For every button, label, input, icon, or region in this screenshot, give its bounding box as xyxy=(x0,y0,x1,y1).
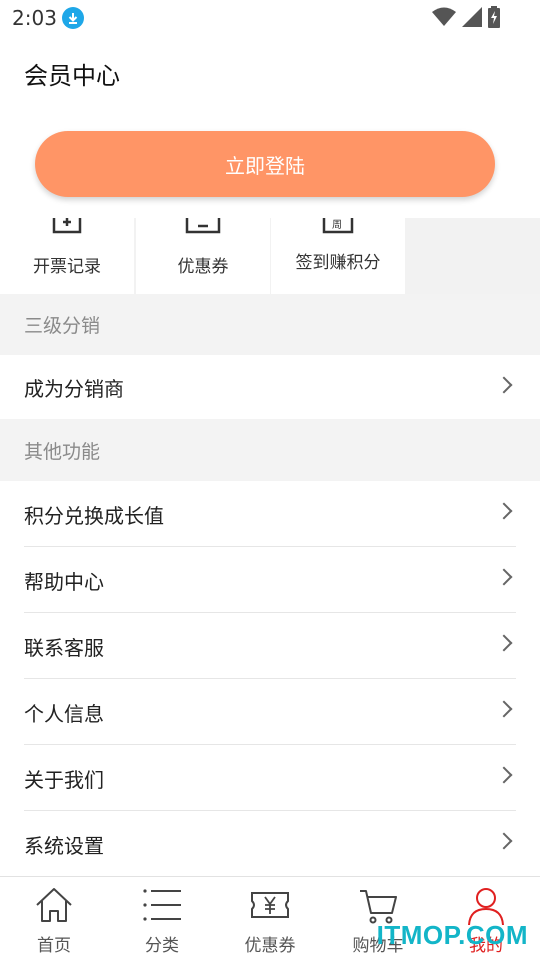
calendar-icon: 周 xyxy=(322,218,354,234)
tab-coupons[interactable]: 优惠券 xyxy=(216,877,324,960)
chevron-right-icon xyxy=(495,700,513,718)
menu-item-personal-info[interactable]: 个人信息 xyxy=(0,679,540,745)
tab-label: 分类 xyxy=(145,936,179,956)
menu-item-points-exchange[interactable]: 积分兑换成长值 xyxy=(0,481,540,547)
download-icon xyxy=(62,7,84,29)
chevron-right-icon xyxy=(495,766,513,784)
coupon-icon xyxy=(185,218,221,238)
chevron-right-icon xyxy=(495,568,513,586)
login-button[interactable]: 立即登陆 xyxy=(35,131,495,197)
menu-item-label: 积分兑换成长值 xyxy=(24,503,164,528)
section-header-other: 其他功能 xyxy=(0,419,540,481)
quick-item-coupons[interactable]: 优惠券 xyxy=(136,218,270,294)
tab-category[interactable]: 分类 xyxy=(108,877,216,960)
menu-item-label: 帮助中心 xyxy=(24,569,104,594)
tab-label: 优惠券 xyxy=(244,936,296,956)
status-bar: 2:03 xyxy=(0,0,540,36)
menu-item-about-us[interactable]: 关于我们 xyxy=(0,745,540,811)
menu-item-contact-service[interactable]: 联系客服 xyxy=(0,613,540,679)
page-title: 会员中心 xyxy=(24,62,120,90)
tab-home[interactable]: 首页 xyxy=(0,877,108,960)
signal-icon xyxy=(462,7,482,31)
wifi-icon xyxy=(432,7,456,31)
menu-item-label: 成为分销商 xyxy=(24,376,124,401)
menu-item-label: 系统设置 xyxy=(24,833,104,858)
menu-item-label: 个人信息 xyxy=(24,701,104,726)
chevron-right-icon xyxy=(495,376,513,394)
quick-actions: 开票记录 优惠券 周 签到赚积分 xyxy=(0,218,540,294)
status-time: 2:03 xyxy=(12,6,57,30)
section-header-distribution: 三级分销 xyxy=(0,294,540,355)
quick-item-label: 开票记录 xyxy=(33,257,101,277)
menu-item-label: 联系客服 xyxy=(24,635,104,660)
chevron-right-icon xyxy=(495,832,513,850)
menu-item-help-center[interactable]: 帮助中心 xyxy=(0,547,540,613)
quick-item-invoice-records[interactable]: 开票记录 xyxy=(0,218,134,294)
quick-item-label: 签到赚积分 xyxy=(295,253,381,273)
home-icon xyxy=(34,877,74,929)
menu-item-system-settings[interactable]: 系统设置 xyxy=(0,811,540,877)
invoice-icon xyxy=(52,218,82,238)
chevron-right-icon xyxy=(495,502,513,520)
menu-item-become-distributor[interactable]: 成为分销商 xyxy=(0,355,540,419)
quick-item-checkin[interactable]: 周 签到赚积分 xyxy=(271,218,405,294)
menu-item-label: 关于我们 xyxy=(24,767,104,792)
battery-icon xyxy=(488,6,500,32)
chevron-right-icon xyxy=(495,634,513,652)
quick-item-label: 优惠券 xyxy=(177,257,229,277)
calendar-icon-text: 周 xyxy=(332,220,342,231)
list-icon xyxy=(142,877,182,929)
coupon-icon xyxy=(250,877,290,929)
tab-label: 首页 xyxy=(37,936,71,956)
watermark-logo: ITMOP.COM xyxy=(376,920,528,950)
